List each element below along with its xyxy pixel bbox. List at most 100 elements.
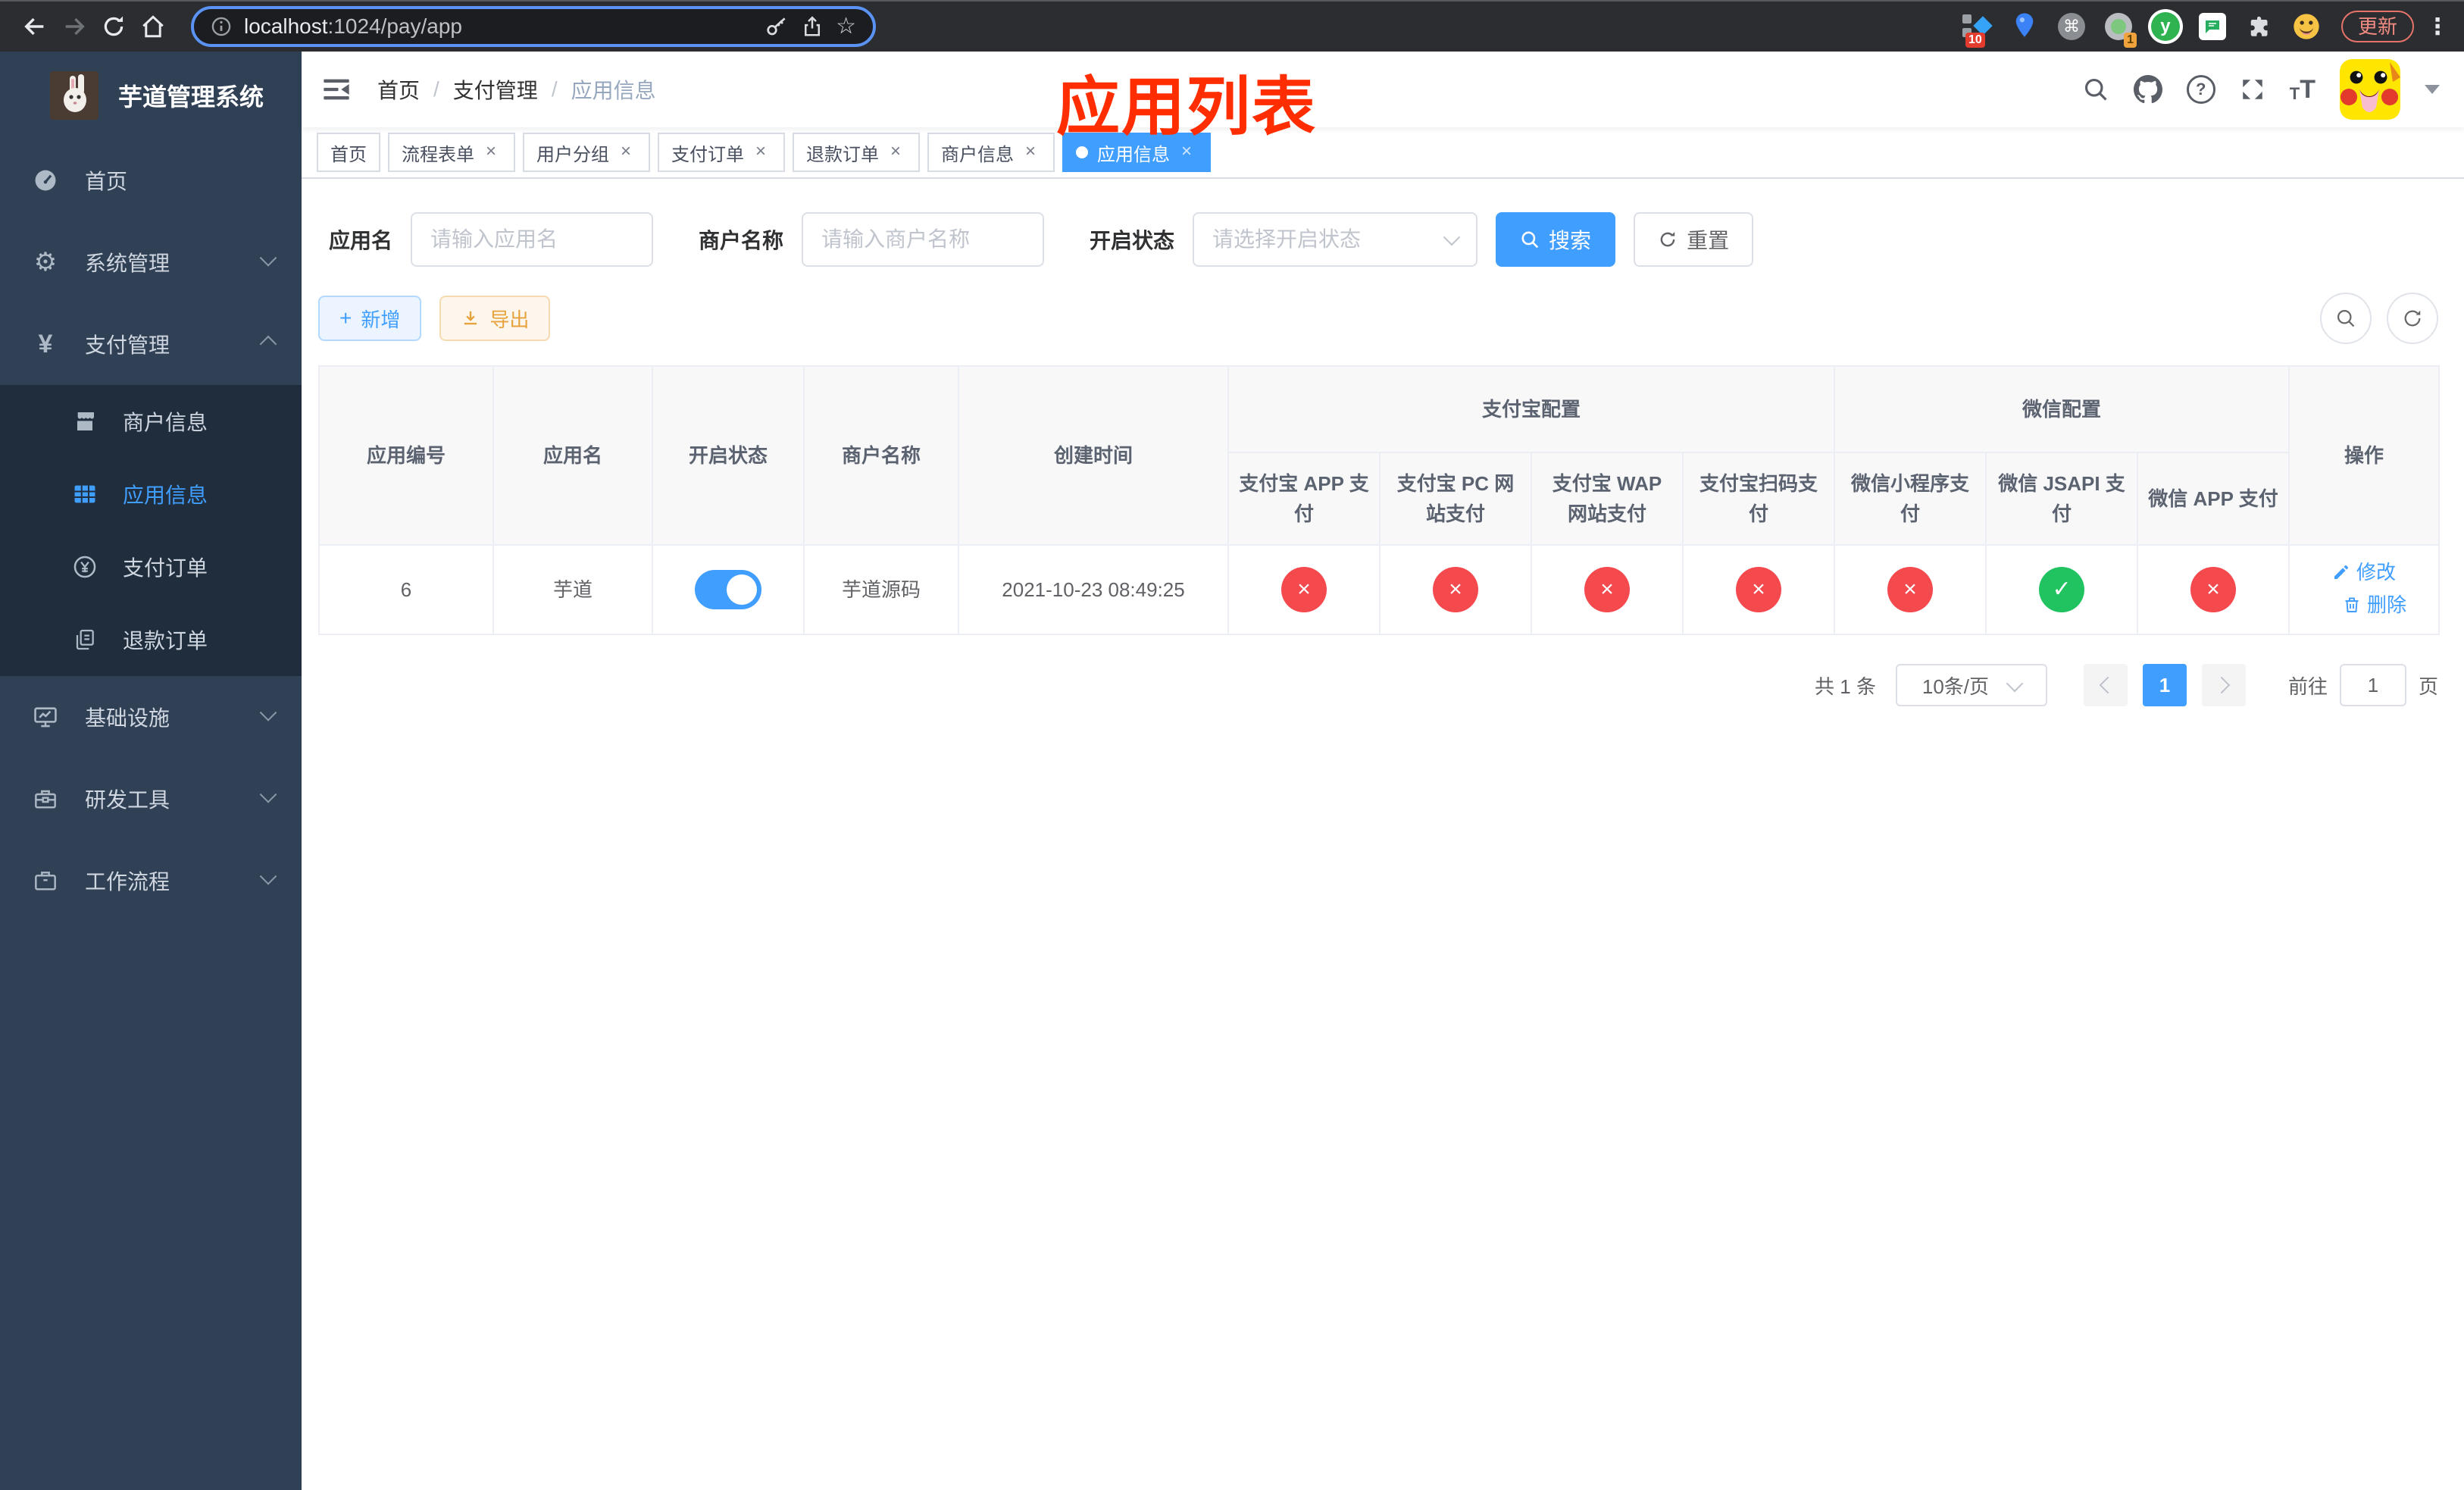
- password-key-icon[interactable]: [765, 14, 789, 39]
- command-extension-icon[interactable]: ⌘: [2056, 11, 2087, 42]
- navbar-actions: ? TT: [2082, 59, 2440, 120]
- cell-status: [652, 544, 805, 635]
- browser-forward-button[interactable]: [55, 7, 94, 46]
- page-size-select[interactable]: 10条/页: [1895, 664, 2047, 706]
- current-page[interactable]: 1: [2142, 664, 2187, 706]
- sidebar-logo[interactable]: 芋道管理系统: [0, 52, 302, 139]
- chevron-down-icon: [2006, 675, 2024, 693]
- site-info-icon[interactable]: [211, 16, 232, 37]
- cell-wechat-app: ×: [2137, 544, 2290, 635]
- goto-prefix-label: 前往: [2287, 675, 2328, 698]
- cell-alipay-qr: ×: [1681, 544, 1836, 635]
- search-button[interactable]: 搜索: [1496, 212, 1616, 267]
- reset-button[interactable]: 重置: [1634, 212, 1754, 267]
- column-header-wechat-mini: 微信小程序支付: [1834, 452, 1987, 546]
- fullscreen-icon[interactable]: [2240, 77, 2265, 102]
- sidebar-item-workflow[interactable]: 工作流程: [0, 840, 302, 922]
- column-header-actions: 操作: [2288, 365, 2441, 546]
- address-bar[interactable]: localhost:1024/pay/app ☆: [191, 6, 876, 47]
- merchant-name-input[interactable]: [802, 212, 1045, 267]
- browser-update-button[interactable]: 更新: [2340, 11, 2414, 42]
- export-button[interactable]: 导出: [439, 296, 551, 341]
- sidebar-item-home[interactable]: 首页: [0, 139, 302, 221]
- sidebar-collapse-icon[interactable]: [321, 74, 352, 105]
- sidebar-item-pay-orders[interactable]: 支付订单: [0, 531, 302, 603]
- pin-extension-icon[interactable]: 10: [1962, 11, 1993, 48]
- close-icon[interactable]: ×: [480, 142, 502, 163]
- column-header-created: 创建时间: [958, 365, 1229, 546]
- sidebar-item-system[interactable]: ⚙ 系统管理: [0, 221, 302, 303]
- next-page-button[interactable]: [2201, 664, 2246, 706]
- trash-icon: [2345, 597, 2359, 612]
- delete-link[interactable]: 删除: [2343, 590, 2406, 620]
- sidebar-item-app-info[interactable]: 应用信息: [0, 458, 302, 531]
- page-content: 应用名 商户名称 开启状态: [302, 179, 2464, 1490]
- tag-refund-orders[interactable]: 退款订单 ×: [793, 133, 920, 172]
- briefcase-icon: [32, 869, 59, 893]
- breadcrumb-payment[interactable]: 支付管理: [453, 74, 538, 105]
- toolbox-icon: [32, 787, 59, 811]
- sidebar-item-refund-orders[interactable]: 退款订单: [0, 603, 302, 676]
- tag-merchant-info[interactable]: 商户信息 ×: [927, 133, 1055, 172]
- sidebar-item-infrastructure[interactable]: 基础设施: [0, 676, 302, 758]
- balloon-extension-icon[interactable]: [2009, 11, 2040, 42]
- app-name-input[interactable]: [411, 212, 654, 267]
- chat-extension-icon[interactable]: [2197, 11, 2228, 42]
- header-search-icon[interactable]: [2082, 76, 2109, 103]
- extension-icons: 10 ⌘ 1 y: [1962, 11, 2322, 48]
- proxy-extension-icon[interactable]: 1: [2103, 11, 2137, 48]
- table-row: 6 芋道 芋道源码 2021-10-23 08:49:25 × × × × × …: [318, 544, 2441, 635]
- column-header-status: 开启状态: [652, 365, 805, 546]
- tag-app-info[interactable]: 应用信息 ×: [1062, 133, 1211, 172]
- tag-process-form[interactable]: 流程表单 ×: [388, 133, 515, 172]
- goto-page-input[interactable]: [2339, 664, 2406, 706]
- sidebar-item-merchant-info[interactable]: 商户信息: [0, 385, 302, 458]
- bookmark-star-icon[interactable]: ☆: [836, 15, 856, 38]
- emoji-avatar-icon[interactable]: [2291, 11, 2322, 42]
- extensions-puzzle-icon[interactable]: [2244, 11, 2275, 42]
- share-icon[interactable]: [801, 15, 824, 38]
- add-button[interactable]: + 新增: [318, 296, 422, 341]
- tag-pay-orders[interactable]: 支付订单 ×: [658, 133, 785, 172]
- sidebar-item-dev-tools[interactable]: 研发工具: [0, 758, 302, 840]
- font-size-icon[interactable]: TT: [2290, 77, 2315, 102]
- y-extension-icon[interactable]: y: [2150, 11, 2181, 42]
- close-icon[interactable]: ×: [615, 142, 636, 163]
- breadcrumb-home[interactable]: 首页: [377, 74, 420, 105]
- rabbit-logo-icon: [50, 71, 98, 120]
- toggle-search-button[interactable]: [2320, 293, 2372, 344]
- chevron-up-icon: [259, 335, 277, 353]
- grid-table-icon: [71, 481, 98, 507]
- prev-page-button[interactable]: [2083, 664, 2128, 706]
- tag-user-group[interactable]: 用户分组 ×: [523, 133, 650, 172]
- apps-table: 应用编号 应用名 开启状态 商户名称 创建时间 支付宝配置 微信配置 操作 支付…: [318, 365, 2441, 635]
- close-icon[interactable]: ×: [1020, 142, 1041, 163]
- chevron-left-icon: [2099, 676, 2117, 694]
- user-avatar[interactable]: [2340, 59, 2400, 120]
- edit-link[interactable]: 修改: [2332, 557, 2396, 587]
- tag-home[interactable]: 首页: [317, 133, 380, 172]
- browser-reload-button[interactable]: [94, 7, 133, 46]
- avatar-caret-icon[interactable]: [2425, 85, 2440, 94]
- browser-home-button[interactable]: [133, 7, 173, 46]
- close-icon[interactable]: ×: [750, 142, 771, 163]
- chevron-down-icon: [259, 249, 277, 267]
- help-icon[interactable]: ?: [2186, 75, 2215, 104]
- browser-menu-icon[interactable]: ⋮: [2426, 14, 2449, 40]
- breadcrumb-separator: /: [433, 77, 439, 101]
- top-navbar: 首页 / 支付管理 / 应用信息 ? T T: [302, 52, 2464, 127]
- column-header-wechat-jsapi: 微信 JSAPI 支付: [1985, 452, 2139, 546]
- chevron-down-icon: [259, 704, 277, 722]
- close-icon[interactable]: ×: [885, 142, 906, 163]
- status-select[interactable]: [1193, 212, 1478, 267]
- url-text[interactable]: localhost:1024/pay/app: [244, 14, 462, 39]
- refresh-table-button[interactable]: [2387, 293, 2438, 344]
- search-icon: [2337, 309, 2355, 327]
- status-toggle[interactable]: [695, 570, 761, 609]
- browser-back-button[interactable]: [15, 7, 55, 46]
- github-icon[interactable]: [2133, 75, 2162, 104]
- chevron-down-icon: [259, 868, 277, 885]
- reload-icon: [104, 16, 124, 36]
- close-icon[interactable]: ×: [1176, 142, 1197, 163]
- sidebar-item-payment[interactable]: ¥ 支付管理: [0, 303, 302, 385]
